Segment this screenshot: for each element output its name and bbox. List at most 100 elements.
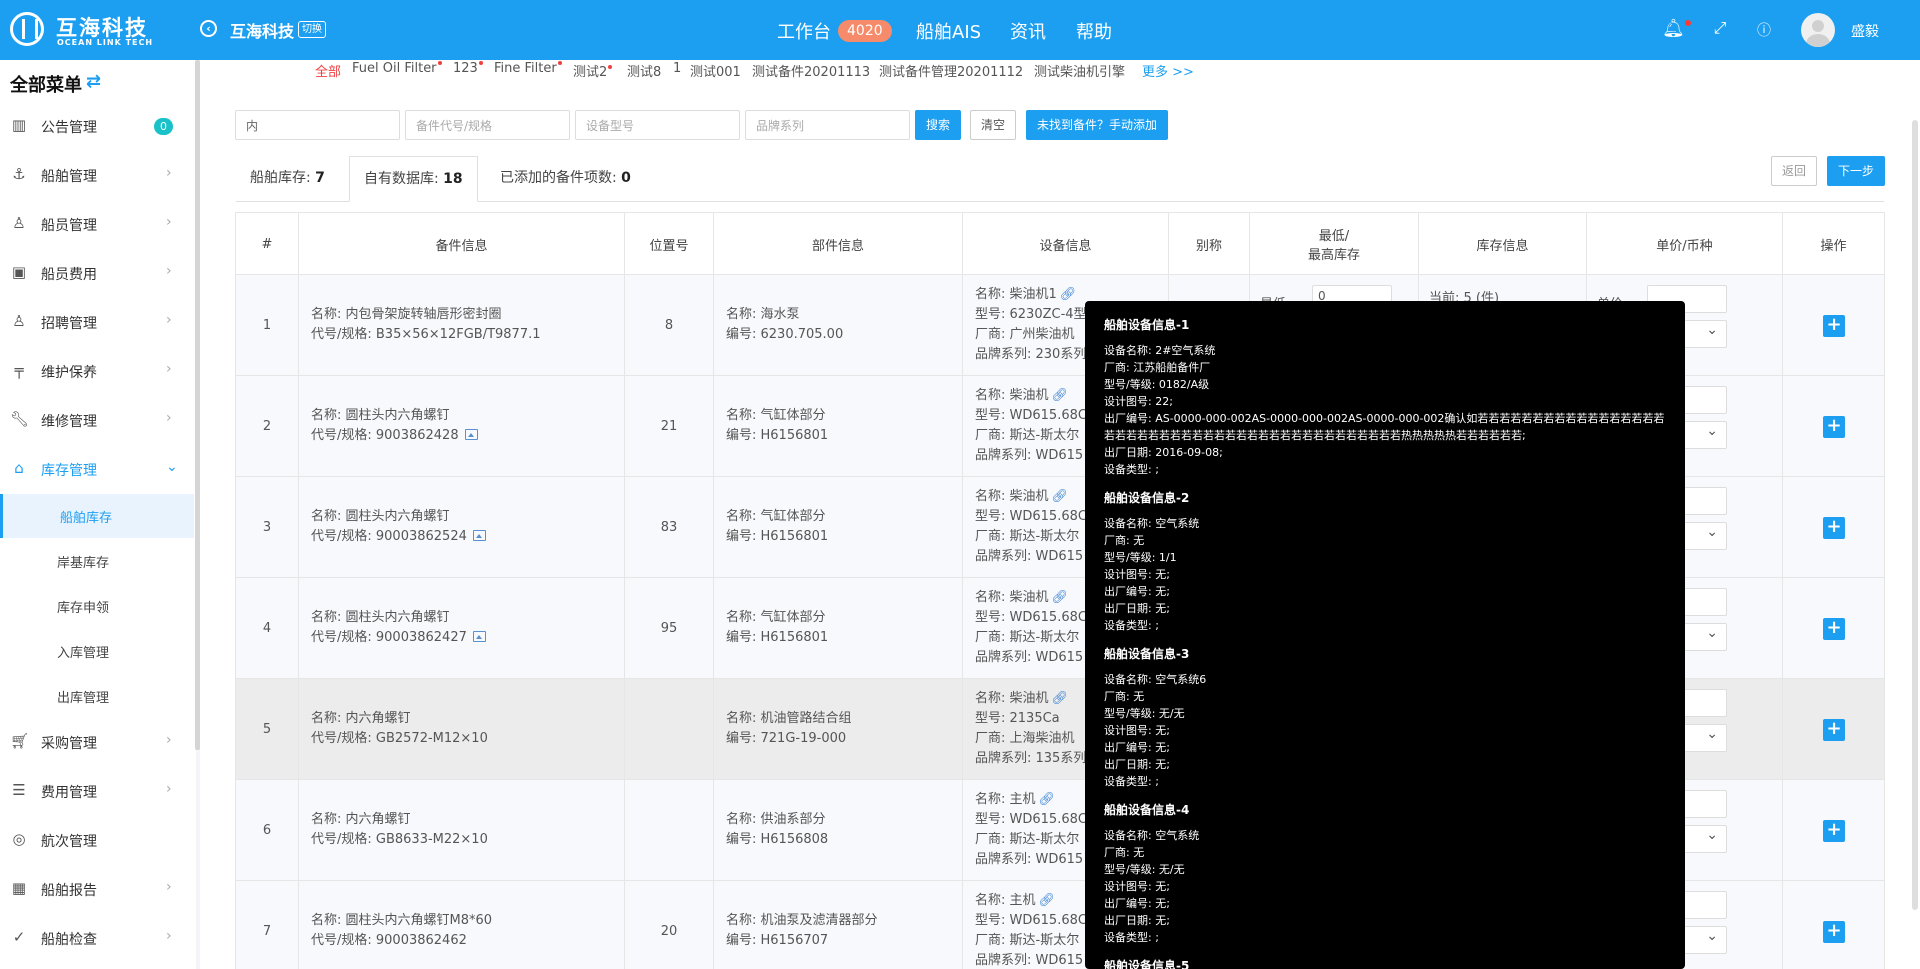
add-part-button[interactable]: + — [1823, 921, 1845, 943]
add-part-button[interactable]: + — [1823, 618, 1845, 640]
clear-button[interactable]: 清空 — [970, 110, 1016, 140]
image-icon[interactable] — [472, 530, 486, 541]
anchor-icon: ⚓︎ — [12, 165, 26, 183]
table-cell: 名称: 气缸体部分 编号: H6156801 — [714, 578, 963, 679]
filter-chip[interactable]: 测试001 — [690, 61, 741, 80]
equipment-maker: 厂商: 斯达-斯太尔 — [975, 428, 1080, 443]
sidebar-item-maintenance[interactable]: ╤ 维护保养 › — [0, 351, 194, 391]
table-cell: 1 — [236, 275, 299, 376]
part-code: 代号/规格: 9003862428 — [311, 428, 459, 443]
table-cell: 名称: 内六角螺钉 代号/规格: GB8633-M22×10 — [299, 780, 625, 881]
company-name[interactable]: 互海科技 — [230, 18, 294, 42]
sidebar-item-ship-reports[interactable]: ▦ 船舶报告 › — [0, 869, 194, 909]
nav-workbench[interactable]: 工作台 — [777, 18, 831, 44]
add-part-button[interactable]: + — [1823, 416, 1845, 438]
table-cell: + — [1783, 578, 1884, 679]
tooltip-line: 厂商: 无 — [1104, 534, 1145, 547]
search-button[interactable]: 搜索 — [915, 110, 961, 140]
row-index: 6 — [262, 823, 272, 838]
link-icon[interactable]: 🔗︎ — [1039, 792, 1056, 807]
back-button[interactable]: 返回 — [1771, 156, 1817, 186]
add-part-button[interactable]: + — [1823, 820, 1845, 842]
filter-chip[interactable]: 测试备件管理20201112 — [879, 61, 1023, 80]
sidebar-item-inventory[interactable]: ⌂ 库存管理 ⌄ — [0, 449, 194, 489]
filter-chip[interactable]: 测试柴油机引擎 — [1034, 61, 1125, 80]
chevron-right-icon: › — [166, 781, 172, 797]
sidebar-subitem-inventory-requisition[interactable]: 库存申领 — [0, 584, 194, 628]
chevron-down-icon: ⌄ — [166, 459, 178, 475]
switch-company-button[interactable]: 切换 — [298, 21, 326, 38]
sidebar-item-ships[interactable]: ⚓︎ 船舶管理 › — [0, 155, 194, 195]
tab-ship-inventory[interactable]: 船舶库存: 7 — [236, 156, 339, 202]
equipment-name: 名称: 柴油机 — [975, 489, 1049, 504]
sidebar-item-crew-expenses[interactable]: ▣ 船员费用 › — [0, 253, 194, 293]
brand-series-input[interactable]: 品牌系列 — [745, 110, 910, 140]
back-icon[interactable]: ‹ — [200, 20, 217, 37]
sidebar-item-expenses[interactable]: ☰ 费用管理 › — [0, 771, 194, 811]
add-part-button[interactable]: + — [1823, 315, 1845, 337]
link-icon[interactable]: 🔗︎ — [1052, 388, 1069, 403]
add-part-button[interactable]: + — [1823, 719, 1845, 741]
manual-add-button[interactable]: 未找到备件？手动添加 — [1026, 110, 1168, 140]
fullscreen-icon[interactable]: ⤢ — [1709, 18, 1731, 38]
filter-chip[interactable]: Fine Filter — [494, 61, 562, 76]
tab-added-items[interactable]: 已添加的备件项数: 0 — [486, 156, 645, 202]
nav-ship-ais[interactable]: 船舶AIS — [916, 18, 981, 44]
tab-own-database[interactable]: 自有数据库: 18 — [349, 156, 478, 202]
sidebar-item-repair[interactable]: 🔧︎ 维修管理 › — [0, 400, 194, 440]
col-stock-info: 库存信息 — [1419, 213, 1587, 275]
tab-label: 船舶库存: — [250, 170, 316, 186]
filter-chip[interactable]: 测试备件20201113 — [752, 61, 870, 80]
filter-chip[interactable]: 测试8 — [627, 61, 661, 80]
link-icon[interactable]: 🔗︎ — [1060, 287, 1077, 302]
menu-toggle-icon[interactable]: ⇄ — [86, 71, 101, 92]
sidebar-item-recruitment[interactable]: ♙ 招聘管理 › — [0, 302, 194, 342]
username[interactable]: 盛毅 — [1851, 21, 1879, 41]
image-icon[interactable] — [472, 631, 486, 642]
tooltip-line: 设备名称: 空气系统6 — [1104, 673, 1207, 686]
filter-chip[interactable]: Fuel Oil Filter — [352, 61, 442, 76]
link-icon[interactable]: 🔗︎ — [1039, 893, 1056, 908]
filter-chip[interactable]: 123 — [453, 61, 483, 76]
next-button[interactable]: 下一步 — [1827, 156, 1885, 186]
brand-subtitle: OCEAN LINK TECH — [57, 38, 154, 47]
tooltip-line: 出厂日期: 无; — [1104, 602, 1170, 615]
nav-help[interactable]: 帮助 — [1076, 18, 1112, 44]
filters-more-link[interactable]: 更多 >> — [1142, 61, 1194, 80]
filter-chip[interactable]: 测试2 — [573, 61, 613, 80]
equipment-model-input[interactable]: 设备型号 — [575, 110, 740, 140]
avatar[interactable] — [1801, 13, 1835, 47]
part-name: 名称: 圆柱头内六角螺钉 — [311, 509, 450, 524]
component-code: 编号: H6156707 — [726, 933, 829, 948]
sidebar-subitem-shore-inventory[interactable]: 岸基库存 — [0, 539, 194, 583]
equipment-name: 名称: 柴油机 — [975, 388, 1049, 403]
sidebar-item-purchasing[interactable]: 🛒︎ 采购管理 › — [0, 722, 194, 762]
link-icon[interactable]: 🔗︎ — [1052, 489, 1069, 504]
sidebar-subitem-label: 库存申领 — [57, 601, 110, 616]
link-icon[interactable]: 🔗︎ — [1052, 590, 1069, 605]
add-part-button[interactable]: + — [1823, 517, 1845, 539]
bell-icon[interactable]: 🔔︎ — [1662, 18, 1685, 39]
filter-all[interactable]: 全部 — [315, 61, 341, 80]
sidebar-item-crew[interactable]: ♙ 船员管理 › — [0, 204, 194, 244]
tooltip-line: 设备类型: ; — [1104, 463, 1159, 476]
image-icon[interactable] — [464, 429, 478, 440]
part-name-input[interactable]: 内 — [235, 110, 400, 140]
nav-news[interactable]: 资讯 — [1010, 18, 1046, 44]
equipment-name: 名称: 柴油机1 — [975, 287, 1057, 302]
sidebar-subitem-stock-in[interactable]: 入库管理 — [0, 629, 194, 673]
tooltip-line: 设计图号: 无; — [1104, 880, 1170, 893]
announcement-count-badge: 0 — [154, 118, 173, 135]
sidebar-subitem-ship-inventory[interactable]: 船舶库存 — [0, 494, 194, 538]
help-icon[interactable]: ⓘ — [1753, 20, 1775, 40]
table-cell: 8 — [625, 275, 714, 376]
sidebar-item-ship-inspection[interactable]: ✓ 船舶检查 › — [0, 918, 194, 958]
main-scrollbar[interactable] — [1912, 120, 1918, 910]
table-cell: + — [1783, 780, 1884, 881]
sidebar-item-voyages[interactable]: ◎ 航次管理 — [0, 820, 194, 860]
sidebar-item-announcements[interactable]: ▥ 公告管理 0 — [0, 106, 194, 146]
link-icon[interactable]: 🔗︎ — [1052, 691, 1069, 706]
sidebar-subitem-stock-out[interactable]: 出库管理 — [0, 674, 194, 718]
part-code-input[interactable]: 备件代号/规格 — [405, 110, 570, 140]
filter-chip[interactable]: 1 — [673, 61, 681, 76]
